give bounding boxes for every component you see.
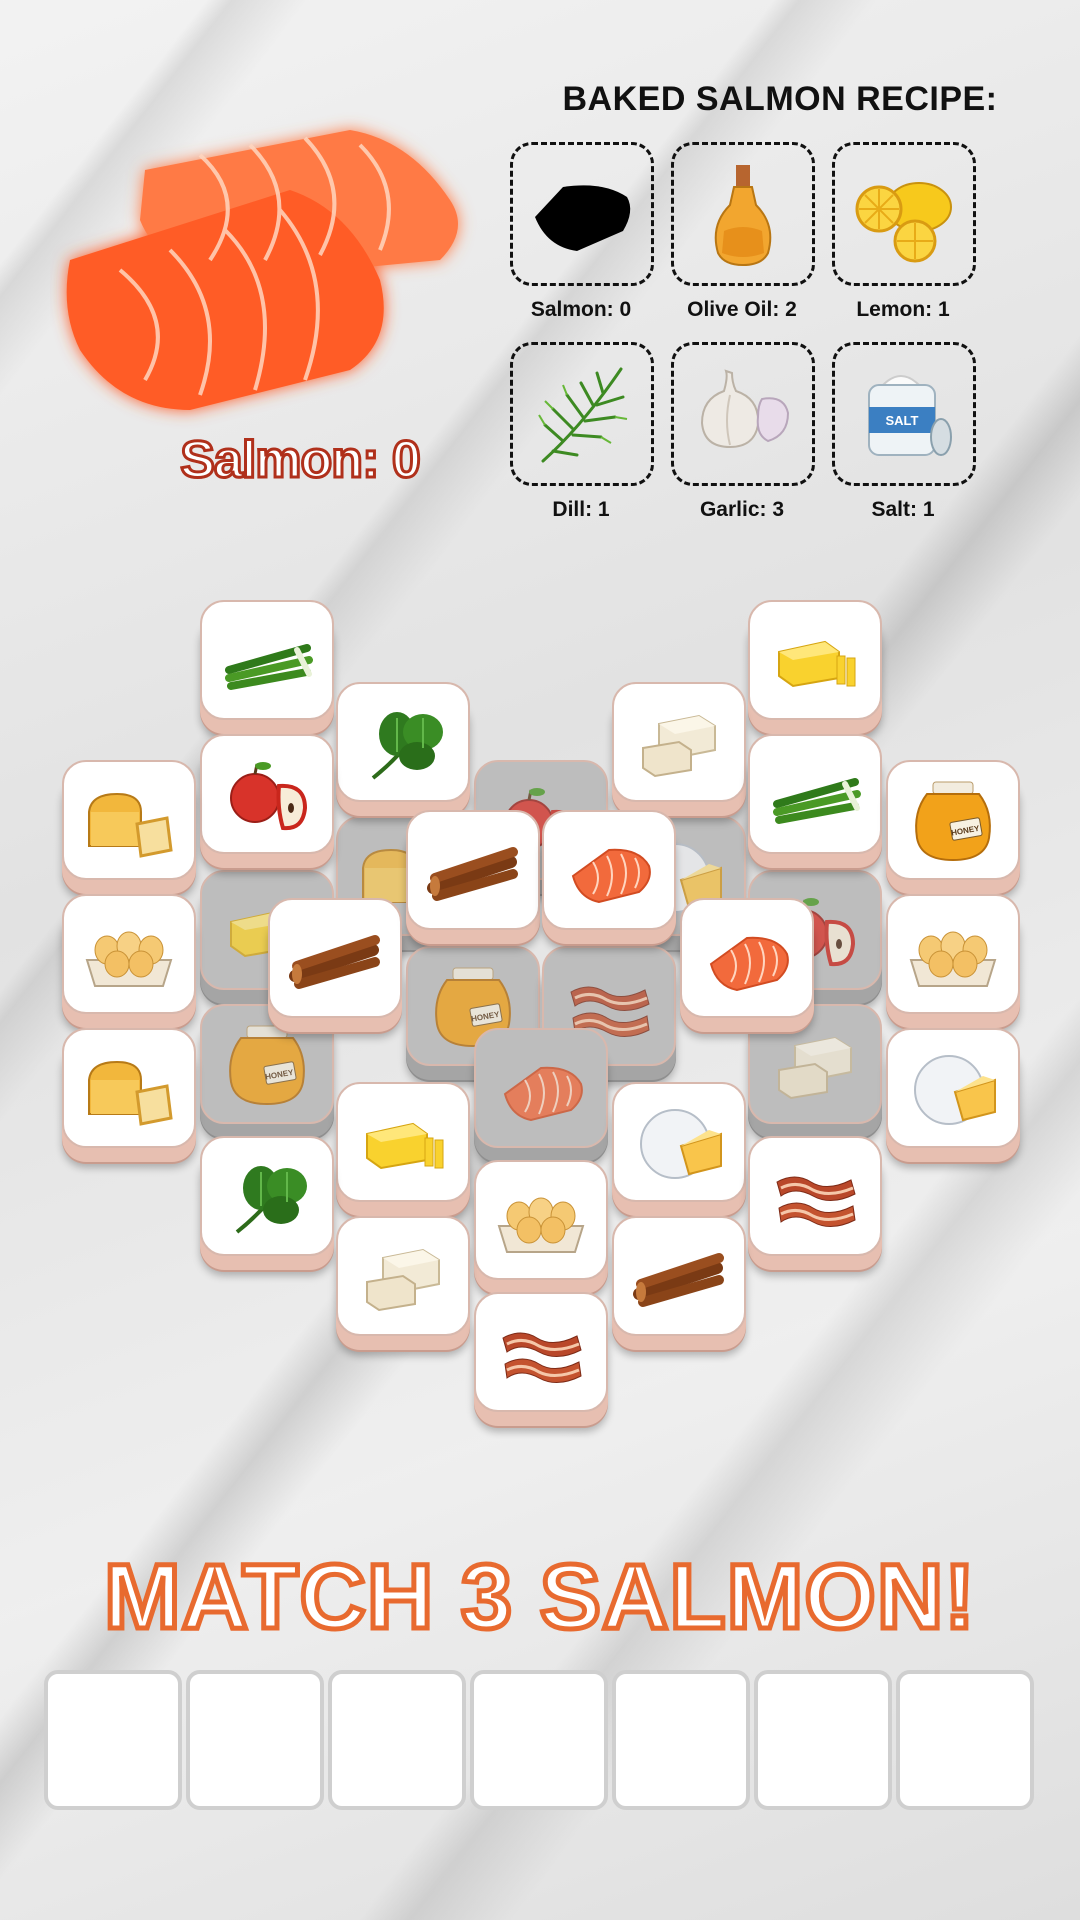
tray-slot	[44, 1670, 182, 1810]
board-tile[interactable]	[748, 1136, 882, 1270]
honey-icon: HONEY	[915, 781, 991, 862]
salt-icon: SALT	[868, 375, 952, 456]
green-onion-icon	[773, 778, 861, 824]
board-tile[interactable]	[680, 898, 814, 1032]
green-onion-icon	[225, 644, 313, 690]
salmon-icon	[709, 936, 789, 992]
board-tile[interactable]	[336, 1082, 470, 1216]
recipe-slot-olive-oil	[671, 142, 815, 286]
recipe-slot-garlic	[671, 342, 815, 486]
tray-slot	[754, 1670, 892, 1810]
board-tile[interactable]	[200, 600, 334, 734]
apple-icon	[230, 762, 308, 831]
recipe-label-salmon: Salmon: 0	[530, 298, 632, 321]
recipe-label-olive-oil: Olive Oil: 2	[687, 298, 797, 321]
cheese-icon	[914, 1055, 996, 1125]
svg-text:SALT: SALT	[886, 413, 919, 428]
tray-slot	[186, 1670, 324, 1810]
hero-salmon	[50, 110, 500, 440]
board-tile[interactable]	[474, 1292, 608, 1426]
cinnamon-icon	[427, 847, 518, 901]
board-tile[interactable]	[268, 898, 402, 1032]
tofu-icon	[642, 714, 716, 778]
board-tile[interactable]	[748, 734, 882, 868]
dill-icon	[538, 367, 628, 463]
hero-salmon-count: Salmon: 0	[179, 430, 423, 491]
board-tile[interactable]	[612, 1216, 746, 1350]
recipe-label-garlic: Garlic: 3	[699, 498, 785, 521]
recipe-slot-salt: SALT	[832, 342, 976, 486]
board-tile[interactable]	[886, 1028, 1020, 1162]
recipe-label-dill: Dill: 1	[552, 498, 610, 521]
bacon-icon	[776, 1176, 856, 1227]
olive-oil-icon	[714, 165, 772, 267]
recipe-slot-dill	[510, 342, 654, 486]
tray-slot	[612, 1670, 750, 1810]
recipe-label-salt: Salt: 1	[871, 498, 935, 521]
match-instruction: MATCH 3 SALMON!	[102, 1544, 978, 1651]
cheese-icon	[640, 1109, 722, 1179]
board-tile[interactable]	[62, 760, 196, 894]
salmon-icon	[503, 1066, 583, 1122]
garlic-icon	[700, 369, 790, 449]
board-tile[interactable]	[62, 894, 196, 1028]
spinach-icon	[371, 712, 443, 780]
eggs-icon	[85, 931, 173, 987]
eggs-icon	[497, 1197, 585, 1253]
tray-slot	[328, 1670, 466, 1810]
board-tile[interactable]	[62, 1028, 196, 1162]
salmon-silhouette-icon	[535, 185, 631, 251]
board-tile[interactable]: HONEY	[886, 760, 1020, 894]
eggs-icon	[909, 931, 997, 987]
tray-slot	[470, 1670, 608, 1810]
tofu-icon	[366, 1248, 440, 1312]
board-tile[interactable]	[336, 1216, 470, 1350]
board-tile	[474, 1028, 608, 1162]
board-tile[interactable]	[406, 810, 540, 944]
recipe-label-lemon: Lemon: 1	[856, 298, 950, 321]
cinnamon-icon	[289, 935, 380, 989]
board-tile[interactable]	[886, 894, 1020, 1028]
cinnamon-icon	[633, 1253, 724, 1307]
board-tile[interactable]	[200, 734, 334, 868]
bread-icon	[88, 1060, 173, 1126]
board-tile[interactable]	[200, 1136, 334, 1270]
recipe-title: BAKED SALMON RECIPE:	[562, 80, 998, 118]
board-tile[interactable]	[336, 682, 470, 816]
tile-tray	[44, 1670, 1034, 1810]
recipe-slot-salmon	[510, 142, 654, 286]
salmon-icon	[66, 130, 458, 410]
lemon-icon	[855, 182, 952, 263]
salmon-icon	[571, 848, 651, 904]
spinach-icon	[235, 1166, 307, 1234]
recipe-slot-lemon	[832, 142, 976, 286]
bread-icon	[88, 792, 173, 858]
board-tile[interactable]	[748, 600, 882, 734]
board-tile[interactable]	[612, 1082, 746, 1216]
tray-slot	[896, 1670, 1034, 1810]
board-tile[interactable]	[474, 1160, 608, 1294]
bacon-icon	[502, 1332, 582, 1383]
board-tile[interactable]	[612, 682, 746, 816]
board-tile[interactable]	[542, 810, 676, 944]
butter-icon	[778, 640, 856, 688]
butter-icon	[366, 1122, 444, 1170]
